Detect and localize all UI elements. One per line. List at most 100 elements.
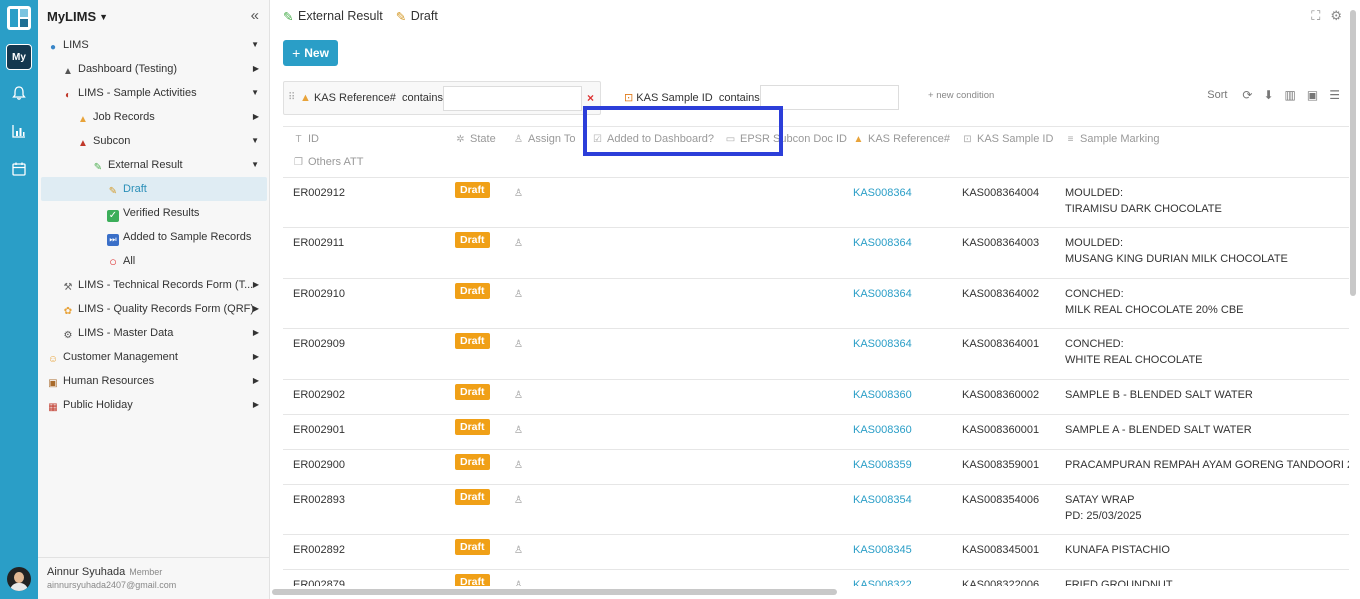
sidebar-item-job-records[interactable]: ▲ Job Records ▶ xyxy=(41,105,267,129)
table-header: T ID ✲ State ♙ Assign To ☑ Added to Dashboar… xyxy=(283,127,1349,178)
current-user[interactable]: Ainnur Syuhada Member ainnursyuhada2407@g… xyxy=(38,557,270,599)
assign-person-icon[interactable]: ♙ xyxy=(514,422,523,439)
sidebar-item-draft[interactable]: ✎ Draft xyxy=(41,177,267,201)
add-condition-button[interactable]: + new condition xyxy=(928,90,994,101)
cell-kas-reference-link[interactable]: KAS008360 xyxy=(853,387,912,403)
sidebar-item-subcon[interactable]: ▲ Subcon ▼ xyxy=(41,129,267,153)
state-icon: ✲ xyxy=(456,134,465,145)
dropdown-icon: ⊡ xyxy=(624,92,634,104)
calendar-add-icon[interactable]: ▣ xyxy=(1307,88,1318,102)
assign-person-icon[interactable]: ♙ xyxy=(514,542,523,559)
assign-person-icon[interactable]: ♙ xyxy=(514,185,523,202)
user-avatar[interactable] xyxy=(7,567,31,591)
filter-operator[interactable]: contains xyxy=(402,92,443,104)
table-row[interactable]: ER002902 Draft ♙ KAS008360 KAS008360002 … xyxy=(283,380,1349,415)
sidebar-item-sample-activities[interactable]: ◐ LIMS - Sample Activities ▼ xyxy=(41,81,267,105)
breadcrumb-draft[interactable]: Draft xyxy=(411,9,438,23)
calendar-icon[interactable] xyxy=(11,161,27,177)
cell-kas-reference-link[interactable]: KAS008345 xyxy=(853,542,912,558)
filter-operator[interactable]: contains xyxy=(719,92,760,104)
cell-sample-marking: SATAY WRAP PD: 25/03/2025 xyxy=(1065,494,1142,522)
lines-icon: ≡ xyxy=(1067,134,1074,145)
filter-field[interactable]: KAS Reference# xyxy=(314,92,396,104)
assign-person-icon[interactable]: ♙ xyxy=(514,577,523,586)
sample-icon: ◐ xyxy=(64,90,72,101)
col-header-sample-marking[interactable]: ≡ Sample Marking xyxy=(1065,133,1160,145)
report-icon[interactable]: ▥ xyxy=(1285,88,1296,102)
table-row[interactable]: ER002892 Draft ♙ KAS008345 KAS008345001 … xyxy=(283,535,1349,570)
remove-filter-icon[interactable]: × xyxy=(587,91,594,105)
cell-kas-sample-id: KAS008364002 xyxy=(962,288,1040,300)
cell-kas-reference-link[interactable]: KAS008322 xyxy=(853,577,912,586)
cell-id: ER002879 xyxy=(293,579,345,586)
export-icon[interactable]: ⬇ xyxy=(1263,88,1273,102)
table-row[interactable]: ER002901 Draft ♙ KAS008360 KAS008360001 … xyxy=(283,415,1349,450)
cell-sample-marking: CONCHED: MILK REAL CHOCOLATE 20% CBE xyxy=(1065,288,1244,316)
assign-person-icon[interactable]: ♙ xyxy=(514,235,523,252)
col-header-state[interactable]: ✲ State xyxy=(455,133,495,145)
assign-person-icon[interactable]: ♙ xyxy=(514,387,523,404)
sidebar-item-external-result[interactable]: ✎ External Result ▼ xyxy=(41,153,267,177)
assign-person-icon[interactable]: ♙ xyxy=(514,336,523,353)
assign-person-icon[interactable]: ♙ xyxy=(514,492,523,509)
col-header-kas-sample-id[interactable]: ⊡ KAS Sample ID xyxy=(962,133,1053,145)
warning-icon: ▲ xyxy=(853,134,864,145)
vertical-scrollbar[interactable] xyxy=(1350,10,1356,296)
globe-icon: ● xyxy=(49,42,57,53)
cell-kas-reference-link[interactable]: KAS008364 xyxy=(853,185,912,201)
filter-value-input[interactable] xyxy=(443,86,582,111)
table-row[interactable]: ER002893 Draft ♙ KAS008354 KAS008354006 … xyxy=(283,485,1349,535)
sort-button[interactable]: Sort xyxy=(1207,89,1227,101)
drag-handle-icon[interactable]: ⠿ xyxy=(288,92,295,103)
sidebar-item-added-to-sample-records[interactable]: ⏭ Added to Sample Records xyxy=(41,225,267,249)
table-row[interactable]: ER002879 Draft ♙ KAS008322 KAS008322006 … xyxy=(283,570,1349,586)
user-email: ainnursyuhada2407@gmail.com xyxy=(47,580,177,590)
sidebar-item-public-holiday[interactable]: ▦ Public Holiday ▶ xyxy=(41,393,267,417)
col-header-kas-reference[interactable]: ▲ KAS Reference# xyxy=(853,133,950,145)
table-row[interactable]: ER002900 Draft ♙ KAS008359 KAS008359001 … xyxy=(283,450,1349,485)
gear-icon: ⚙ xyxy=(63,330,73,341)
cell-kas-reference-link[interactable]: KAS008359 xyxy=(853,457,912,473)
assign-person-icon[interactable]: ♙ xyxy=(514,457,523,474)
sidebar-item-quality-records[interactable]: ✿ LIMS - Quality Records Form (QRF) ▶ xyxy=(41,297,267,321)
workspace-title[interactable]: MyLIMS ▼ xyxy=(47,9,108,24)
col-header-id[interactable]: T ID xyxy=(293,133,319,145)
sidebar-item-technical-records[interactable]: ⚒ LIMS - Technical Records Form (T... ▶ xyxy=(41,273,267,297)
bell-icon[interactable] xyxy=(11,85,27,101)
table-row[interactable]: ER002912 Draft ♙ KAS008364 KAS008364004 … xyxy=(283,178,1349,228)
sidebar-item-all[interactable]: ○ All xyxy=(41,249,267,273)
check-icon: ✓ xyxy=(107,210,119,222)
sidebar-item-master-data[interactable]: ⚙ LIMS - Master Data ▶ xyxy=(41,321,267,345)
cell-kas-reference-link[interactable]: KAS008354 xyxy=(853,492,912,508)
breadcrumb-external-result[interactable]: External Result xyxy=(298,9,383,23)
filter-field[interactable]: KAS Sample ID xyxy=(636,92,712,104)
checklist-icon[interactable]: ☰ xyxy=(1329,88,1340,102)
table-row[interactable]: ER002909 Draft ♙ KAS008364 KAS008364001 … xyxy=(283,329,1349,380)
sidebar-item-customer-management[interactable]: ☺ Customer Management ▶ xyxy=(41,345,267,369)
state-badge: Draft xyxy=(455,489,490,505)
chart-icon[interactable] xyxy=(11,123,27,139)
app-logo-icon[interactable] xyxy=(7,6,31,30)
new-record-button[interactable]: + New xyxy=(283,40,338,66)
sidebar-item-lims[interactable]: ● LIMS ▼ xyxy=(41,33,267,57)
sidebar-item-dashboard[interactable]: ▲ Dashboard (Testing) ▶ xyxy=(41,57,267,81)
col-header-others-att[interactable]: ❐ Others ATT xyxy=(293,156,363,168)
cell-kas-reference-link[interactable]: KAS008364 xyxy=(853,235,912,251)
sidebar: MyLIMS ▼ « ● LIMS ▼ ▲ Dashboard (Testing) ▶ ◐… xyxy=(38,0,270,599)
cell-kas-reference-link[interactable]: KAS008360 xyxy=(853,422,912,438)
chevron-right-icon: ▶ xyxy=(252,64,259,73)
table-row[interactable]: ER002911 Draft ♙ KAS008364 KAS008364003 … xyxy=(283,228,1349,279)
gear-icon[interactable]: ⚙ xyxy=(1330,8,1342,24)
sitemap-icon[interactable]: ⛶ xyxy=(1311,8,1320,24)
cell-kas-reference-link[interactable]: KAS008364 xyxy=(853,336,912,352)
table-row[interactable]: ER002910 Draft ♙ KAS008364 KAS008364002 … xyxy=(283,279,1349,329)
refresh-icon[interactable]: ⟳ xyxy=(1242,88,1252,102)
cell-kas-reference-link[interactable]: KAS008364 xyxy=(853,286,912,302)
horizontal-scrollbar[interactable] xyxy=(272,589,837,595)
sidebar-item-verified-results[interactable]: ✓ Verified Results xyxy=(41,201,267,225)
sidebar-item-human-resources[interactable]: ▣ Human Resources ▶ xyxy=(41,369,267,393)
assign-person-icon[interactable]: ♙ xyxy=(514,286,523,303)
col-header-assign-to[interactable]: ♙ Assign To xyxy=(513,133,575,145)
my-apps-button[interactable]: My xyxy=(6,44,32,70)
collapse-sidebar-icon[interactable]: « xyxy=(251,7,259,24)
